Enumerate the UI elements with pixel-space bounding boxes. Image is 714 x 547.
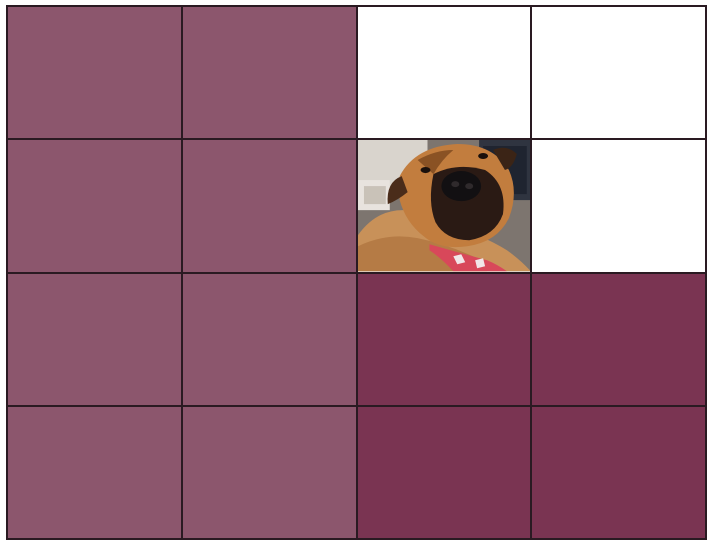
puzzle-grid [6,5,707,540]
tile-r4-c1[interactable] [8,406,181,538]
tile-r2-c3[interactable] [357,140,531,272]
tile-r1-c4[interactable] [532,7,705,139]
tile-r4-c2[interactable] [182,406,356,538]
tile-r1-c3[interactable] [357,7,531,139]
tile-r2-c4[interactable] [532,140,705,272]
tile-grid [8,7,705,538]
tile-r3-c1[interactable] [8,273,181,405]
tile-r3-c4[interactable] [532,273,705,405]
tile-r4-c4[interactable] [532,406,705,538]
tile-r1-c2[interactable] [182,7,356,139]
tile-r3-c2[interactable] [182,273,356,405]
tile-r1-c1[interactable] [8,7,181,139]
tile-r3-c3[interactable] [357,273,531,405]
dog-photo-icon [357,140,531,272]
tile-r2-c1[interactable] [8,140,181,272]
tile-r2-c2[interactable] [182,140,356,272]
tile-r4-c3[interactable] [357,406,531,538]
